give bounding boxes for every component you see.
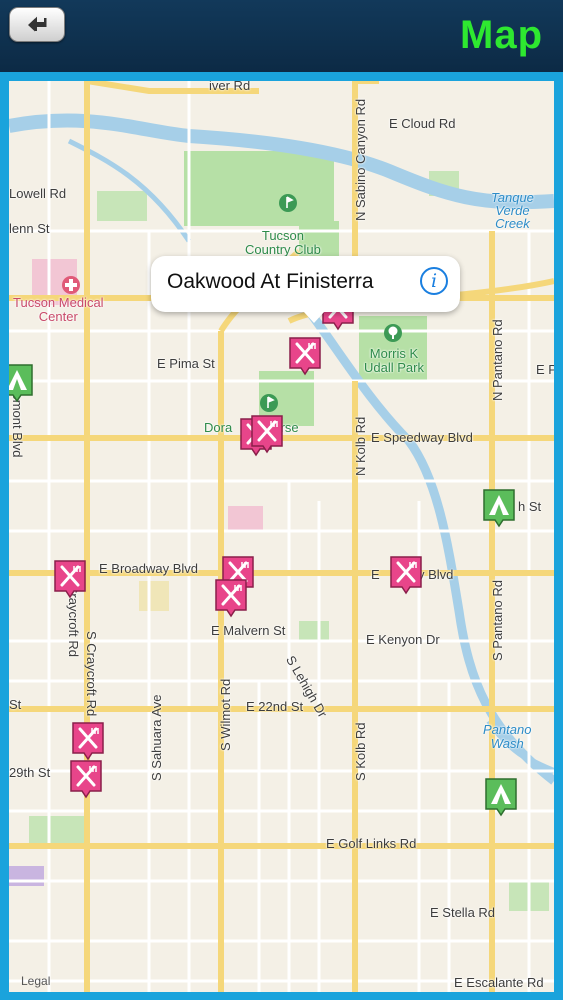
water-label: Tanque Verde Creek: [491, 190, 534, 231]
street-label: S Sahuara Ave: [149, 694, 164, 782]
info-icon[interactable]: i: [420, 267, 448, 295]
street-label: 29th St: [9, 765, 51, 780]
street-label: E 22nd St: [246, 699, 304, 714]
hospital-icon: [62, 276, 80, 294]
street-label: Lowell Rd: [9, 186, 67, 201]
park-area: [97, 191, 147, 221]
park-tree-icon: [384, 324, 402, 342]
golf-icon: [260, 394, 278, 412]
street-label: N Pantano Rd: [490, 319, 505, 401]
street-label: E Speedway Blvd: [371, 430, 473, 445]
street-label: E Pima St: [157, 356, 215, 371]
map-frame: E Cloud Rd Lowell Rd lenn St iver Rd Tuc…: [0, 72, 563, 1000]
campground-pin-icon[interactable]: [482, 488, 516, 528]
park-area: [29, 816, 84, 846]
building-area: [228, 506, 263, 531]
map-canvas: [9, 81, 554, 992]
street-label: E Cloud Rd: [389, 116, 456, 131]
street-label: S Kolb Rd: [353, 722, 368, 781]
street-label: N Sabino Canyon Rd: [353, 98, 368, 221]
map-callout[interactable]: Oakwood At Finisterra i: [151, 256, 460, 323]
street-label: h St: [518, 499, 542, 514]
area: [9, 866, 44, 886]
legal-link[interactable]: Legal: [21, 974, 50, 988]
campground-pin-icon[interactable]: [484, 777, 518, 817]
restaurant-pin-icon[interactable]: [71, 721, 105, 761]
shopping-area: [139, 581, 169, 611]
street-label: E Broadway Blvd: [99, 561, 198, 576]
park-area: [299, 621, 329, 641]
street-label: E Escalante Rd: [454, 975, 544, 990]
campground-pin-icon[interactable]: [9, 363, 34, 403]
back-button[interactable]: [9, 7, 65, 42]
page-title: Map: [460, 13, 543, 57]
park-area: [184, 151, 334, 226]
street-label: E Kenyon Dr: [366, 632, 440, 647]
place-label: Tucson Country Club: [245, 228, 321, 257]
street-label: S Wilmot Rd: [218, 678, 233, 751]
street-label: St: [9, 697, 22, 712]
street-label: N Kolb Rd: [353, 416, 368, 476]
restaurant-pin-icon[interactable]: [53, 559, 87, 599]
restaurant-pin-icon[interactable]: [389, 555, 423, 595]
street-label: E Stella Rd: [430, 905, 496, 920]
restaurant-pin-icon[interactable]: [288, 336, 322, 376]
street-label: E Malvern St: [211, 623, 286, 638]
golf-icon: [279, 194, 297, 212]
street-label: E Golf Links Rd: [326, 836, 417, 851]
street-label: S Craycroft Rd: [84, 631, 99, 717]
back-arrow-icon: [28, 16, 47, 31]
street-label: S Pantano Rd: [490, 580, 505, 661]
place-label: Morris K Udall Park: [364, 346, 424, 375]
navigation-bar: Map: [0, 0, 563, 75]
restaurant-pin-icon[interactable]: [250, 414, 284, 454]
street-label: lenn St: [9, 221, 50, 236]
restaurant-pin-icon[interactable]: [69, 759, 103, 799]
water-label: Pantano Wash: [483, 722, 532, 751]
street-label: E Pi: [536, 362, 554, 377]
map-view[interactable]: E Cloud Rd Lowell Rd lenn St iver Rd Tuc…: [9, 81, 554, 992]
callout-title: Oakwood At Finisterra: [167, 270, 374, 293]
street-label: iver Rd: [209, 81, 251, 93]
place-label: Tucson Medical Center: [13, 295, 104, 324]
restaurant-pin-icon[interactable]: [214, 578, 248, 618]
